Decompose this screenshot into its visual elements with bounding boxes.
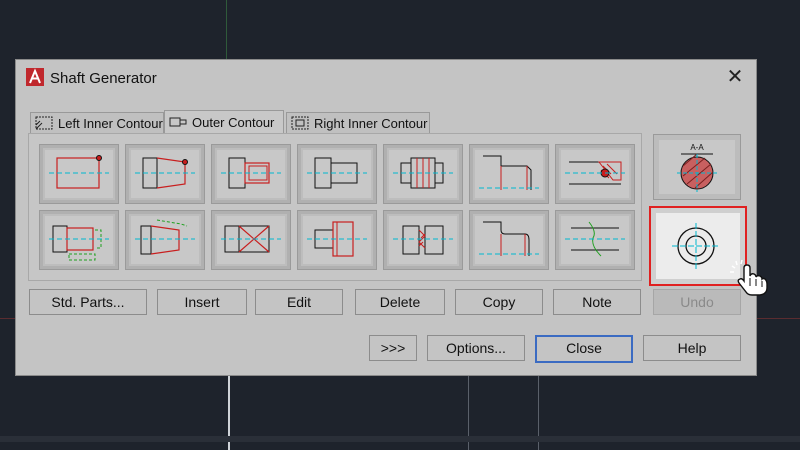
pinion-tile[interactable] <box>125 210 205 270</box>
hole-tile[interactable] <box>555 144 635 204</box>
groove-icon <box>307 221 367 257</box>
canvas-axis-line <box>0 318 16 319</box>
outer-contour-icon <box>169 117 187 127</box>
wrench-flat-tile[interactable] <box>211 210 291 270</box>
expand-button[interactable]: >>> <box>369 335 417 361</box>
edit-button[interactable]: Edit <box>255 289 343 315</box>
close-icon[interactable]: ✕ <box>724 66 746 88</box>
chamfer-tile[interactable] <box>469 144 549 204</box>
thread-icon <box>221 157 281 189</box>
break-line-tile[interactable] <box>555 210 635 270</box>
outer-contour-panel <box>28 133 642 281</box>
tab-left-inner-contour[interactable]: Left Inner Contour <box>30 112 164 133</box>
cylinder-tile[interactable] <box>39 144 119 204</box>
splines-icon <box>393 157 453 189</box>
tab-label: Outer Contour <box>192 114 275 130</box>
pinion-icon <box>135 219 195 255</box>
break-icon <box>393 225 453 255</box>
options-button[interactable]: Options... <box>427 335 525 361</box>
delete-button[interactable]: Delete <box>355 289 445 315</box>
gear-shaft-icon <box>49 225 109 261</box>
break-tile[interactable] <box>383 210 463 270</box>
hole-section-icon <box>565 161 625 185</box>
profile-icon <box>307 157 367 189</box>
close-button[interactable]: Close <box>535 335 633 363</box>
tab-outer-contour[interactable]: Outer Contour <box>164 110 284 133</box>
groove-tile[interactable] <box>297 210 377 270</box>
dialog-title: Shaft Generator <box>50 70 157 87</box>
tab-right-inner-contour[interactable]: Right Inner Contour <box>286 112 430 133</box>
title-bar[interactable]: Shaft Generator ✕ <box>16 60 756 96</box>
cross-section-icon: A-A <box>677 143 717 192</box>
fillet-tile[interactable] <box>469 210 549 270</box>
hand-pointer-icon <box>730 259 768 296</box>
section-view-tile[interactable]: A-A <box>653 134 741 200</box>
wrench-flat-icon <box>221 225 281 253</box>
shaft-generator-dialog: Shaft Generator ✕ Left Inner Contour Out… <box>16 60 756 375</box>
cone-icon <box>135 157 195 189</box>
tab-label: Left Inner Contour <box>58 115 163 131</box>
thread-tile[interactable] <box>211 144 291 204</box>
profile-tile[interactable] <box>297 144 377 204</box>
section-label: A-A <box>690 143 704 152</box>
right-inner-contour-icon <box>291 116 309 130</box>
splines-tile[interactable] <box>383 144 463 204</box>
note-button[interactable]: Note <box>553 289 641 315</box>
canvas-line <box>0 436 800 442</box>
help-button[interactable]: Help <box>643 335 741 361</box>
std-parts-button[interactable]: Std. Parts... <box>29 289 147 315</box>
insert-button[interactable]: Insert <box>157 289 247 315</box>
copy-button[interactable]: Copy <box>455 289 543 315</box>
tab-label: Right Inner Contour <box>314 115 428 131</box>
cylinder-icon <box>49 155 109 189</box>
canvas-axis-line <box>756 318 800 319</box>
break-line-icon <box>565 221 625 257</box>
gear-tile[interactable] <box>39 210 119 270</box>
fillet-icon <box>479 221 539 256</box>
autocad-icon <box>26 68 44 86</box>
cone-tile[interactable] <box>125 144 205 204</box>
chamfer-icon <box>479 155 539 190</box>
section-view-icon <box>672 223 720 269</box>
undo-button[interactable]: Undo <box>653 289 741 315</box>
canvas-axis-line <box>226 0 227 60</box>
left-inner-contour-icon <box>35 116 53 130</box>
